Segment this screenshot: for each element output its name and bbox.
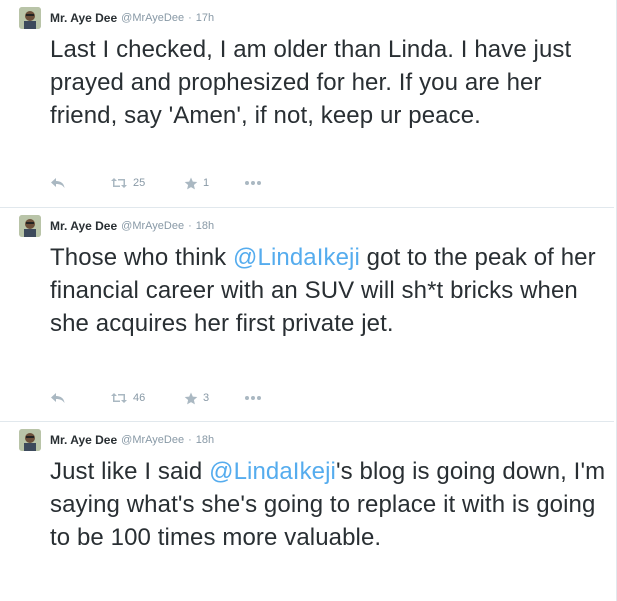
tweet[interactable]: Mr. Aye Dee @MrAyeDee · 18h Just like I … <box>0 422 614 601</box>
retweet-count: 46 <box>133 392 146 404</box>
retweet-count: 25 <box>133 177 146 189</box>
more-button[interactable] <box>244 388 262 408</box>
favorite-button[interactable]: 1 <box>184 173 244 193</box>
reply-button[interactable] <box>50 388 110 408</box>
tweet-header: Mr. Aye Dee @MrAyeDee · 18h <box>19 429 214 451</box>
separator: · <box>188 434 192 446</box>
reply-icon <box>51 393 65 403</box>
more-button[interactable] <box>244 173 262 193</box>
tweet-text-part: Just like I said <box>50 458 210 485</box>
reply-button[interactable] <box>50 173 110 193</box>
tweet-text: Just like I said @LindaIkeji's blog is g… <box>50 455 610 554</box>
author-handle[interactable]: @MrAyeDee <box>121 434 184 446</box>
favorite-count: 1 <box>203 177 210 189</box>
timeline: Mr. Aye Dee @MrAyeDee · 17h Last I check… <box>0 0 617 601</box>
timestamp[interactable]: 18h <box>196 434 214 446</box>
author-handle[interactable]: @MrAyeDee <box>121 220 184 232</box>
separator: · <box>188 220 192 232</box>
avatar[interactable] <box>19 7 41 29</box>
timestamp[interactable]: 17h <box>196 12 214 24</box>
retweet-icon <box>111 393 127 403</box>
separator: · <box>188 12 192 24</box>
favorite-icon <box>184 392 198 404</box>
tweet-actions: 46 3 <box>50 388 262 408</box>
tweet-text-part: Those who think <box>50 244 234 271</box>
favorite-count: 3 <box>203 392 210 404</box>
more-icon <box>245 396 261 400</box>
favorite-icon <box>184 177 198 189</box>
tweet[interactable]: Mr. Aye Dee @MrAyeDee · 18h Those who th… <box>0 208 614 422</box>
retweet-icon <box>111 178 127 188</box>
more-icon <box>245 181 261 185</box>
tweet[interactable]: Mr. Aye Dee @MrAyeDee · 17h Last I check… <box>0 0 614 208</box>
retweet-button[interactable]: 46 <box>110 388 184 408</box>
mention-link[interactable]: @LindaIkeji <box>233 244 360 271</box>
author-name[interactable]: Mr. Aye Dee <box>50 11 117 25</box>
favorite-button[interactable]: 3 <box>184 388 244 408</box>
retweet-button[interactable]: 25 <box>110 173 184 193</box>
mention-link[interactable]: @LindaIkeji <box>209 458 336 485</box>
tweet-header: Mr. Aye Dee @MrAyeDee · 18h <box>19 215 214 237</box>
avatar[interactable] <box>19 429 41 451</box>
tweet-header: Mr. Aye Dee @MrAyeDee · 17h <box>19 7 214 29</box>
tweet-text: Those who think @LindaIkeji got to the p… <box>50 241 610 340</box>
tweet-actions: 25 1 <box>50 173 262 193</box>
avatar[interactable] <box>19 215 41 237</box>
timestamp[interactable]: 18h <box>196 220 214 232</box>
tweet-text: Last I checked, I am older than Linda. I… <box>50 36 572 129</box>
author-handle[interactable]: @MrAyeDee <box>121 12 184 24</box>
reply-icon <box>51 178 65 188</box>
author-name[interactable]: Mr. Aye Dee <box>50 433 117 447</box>
author-name[interactable]: Mr. Aye Dee <box>50 219 117 233</box>
